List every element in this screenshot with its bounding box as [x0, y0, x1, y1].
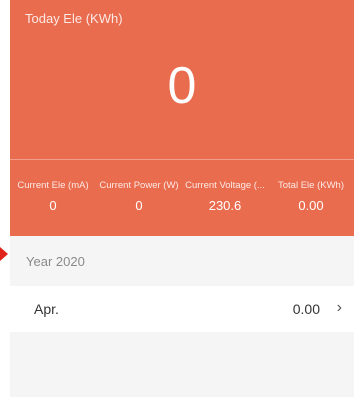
stats-row: Current Ele (mA) 0 Current Power (W) 0 C… [10, 180, 354, 213]
today-energy-title: Today Ele (KWh) [25, 11, 123, 26]
stat-value: 0.00 [298, 198, 324, 213]
today-energy-panel: Today Ele (KWh) 0 Current Ele (mA) 0 Cur… [10, 0, 354, 236]
stat-value: 0 [135, 198, 143, 213]
month-value: 0.00 [292, 301, 320, 317]
stat-current-voltage: Current Voltage (... 230.6 [182, 180, 268, 213]
left-edge [0, 0, 10, 397]
stat-label: Current Power (W) [99, 180, 179, 191]
stat-total-ele: Total Ele (KWh) 0.00 [268, 180, 354, 213]
year-section-label: Year 2020 [26, 254, 85, 269]
month-name: Apr. [34, 301, 59, 317]
today-energy-value: 0 [167, 57, 197, 115]
month-row-apr[interactable]: Apr. 0.00 › [10, 286, 354, 332]
marker-icon [0, 247, 8, 261]
stat-current-power: Current Power (W) 0 [96, 180, 182, 213]
chevron-right-icon: › [336, 299, 342, 316]
panel-divider [10, 159, 354, 160]
stat-value: 0 [49, 198, 57, 213]
stat-label: Current Ele (mA) [17, 180, 89, 191]
stat-current-ele: Current Ele (mA) 0 [10, 180, 96, 213]
stat-label: Total Ele (KWh) [278, 180, 344, 191]
stat-label: Current Voltage (... [185, 180, 265, 191]
stat-value: 230.6 [208, 198, 242, 213]
